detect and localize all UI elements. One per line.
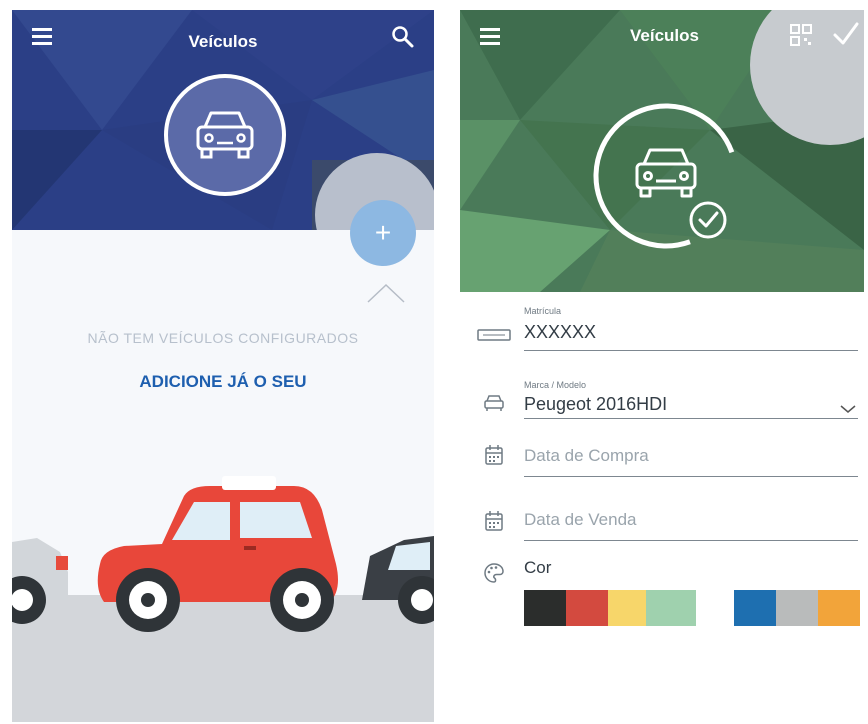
sale-date-field[interactable] bbox=[460, 496, 864, 556]
divider bbox=[524, 418, 858, 419]
menu-icon bbox=[480, 28, 500, 31]
model-value: Peugeot 2016HDI bbox=[524, 394, 668, 414]
calendar-icon bbox=[476, 444, 512, 466]
swatch-black[interactable] bbox=[524, 590, 566, 626]
page-title: Veículos bbox=[630, 26, 699, 45]
cars-illustration bbox=[12, 476, 434, 722]
add-vehicle-button[interactable]: + bbox=[350, 200, 416, 266]
page-title: Veículos bbox=[188, 32, 258, 51]
color-label: Cor bbox=[524, 558, 552, 577]
vehicles-empty-screen: Veículos + NÃO TEM VEÍCULOS CONFIGURADOS… bbox=[12, 10, 434, 722]
chevron-down-icon[interactable] bbox=[840, 404, 856, 414]
model-label: Marca / Modelo bbox=[524, 380, 587, 390]
plate-value: XXXXXX bbox=[524, 322, 597, 342]
sale-date-input[interactable] bbox=[524, 510, 844, 530]
header-banner: Veículos bbox=[12, 10, 434, 230]
add-vehicle-link[interactable]: ADICIONE JÁ O SEU bbox=[12, 372, 434, 392]
model-field[interactable]: Marca / Modelo Peugeot 2016HDI bbox=[460, 372, 864, 432]
vehicle-avatar bbox=[593, 103, 739, 249]
plate-field[interactable]: Matrícula XXXXXX bbox=[460, 292, 864, 352]
menu-button[interactable] bbox=[480, 28, 506, 50]
top-bar: Veículos bbox=[12, 10, 434, 66]
swatch-white[interactable] bbox=[696, 590, 734, 626]
search-icon bbox=[392, 26, 414, 48]
divider bbox=[524, 476, 858, 477]
divider bbox=[524, 350, 858, 351]
save-check-icon[interactable] bbox=[832, 20, 860, 48]
swatch-grey[interactable] bbox=[776, 590, 818, 626]
menu-icon bbox=[32, 28, 52, 31]
check-circle-icon bbox=[689, 201, 727, 239]
swatch-orange[interactable] bbox=[818, 590, 860, 626]
header-banner: Veículos bbox=[460, 10, 864, 292]
vehicle-avatar bbox=[164, 74, 286, 196]
purchase-date-input[interactable] bbox=[524, 446, 844, 466]
swatch-red[interactable] bbox=[566, 590, 608, 626]
swatch-yellow[interactable] bbox=[608, 590, 646, 626]
palette-icon bbox=[476, 562, 512, 584]
license-plate-icon bbox=[476, 324, 512, 346]
plus-icon: + bbox=[374, 217, 392, 248]
purchase-date-field[interactable] bbox=[460, 432, 864, 492]
swatch-mint[interactable] bbox=[646, 590, 696, 626]
qr-code-icon[interactable] bbox=[790, 24, 812, 46]
car-outline-icon bbox=[476, 392, 512, 414]
swatch-blue[interactable] bbox=[734, 590, 776, 626]
chevron-up-icon[interactable] bbox=[366, 282, 406, 304]
plate-label: Matrícula bbox=[524, 306, 562, 316]
vehicle-form-screen: Veículos Matrícula XXXXXX Marca / Modelo… bbox=[460, 10, 864, 722]
color-swatches bbox=[524, 590, 860, 626]
calendar-icon bbox=[476, 510, 512, 532]
car-icon bbox=[635, 148, 697, 198]
empty-state-message: NÃO TEM VEÍCULOS CONFIGURADOS bbox=[87, 330, 359, 346]
car-icon bbox=[196, 111, 254, 159]
divider bbox=[524, 540, 858, 541]
search-button[interactable] bbox=[390, 24, 416, 50]
